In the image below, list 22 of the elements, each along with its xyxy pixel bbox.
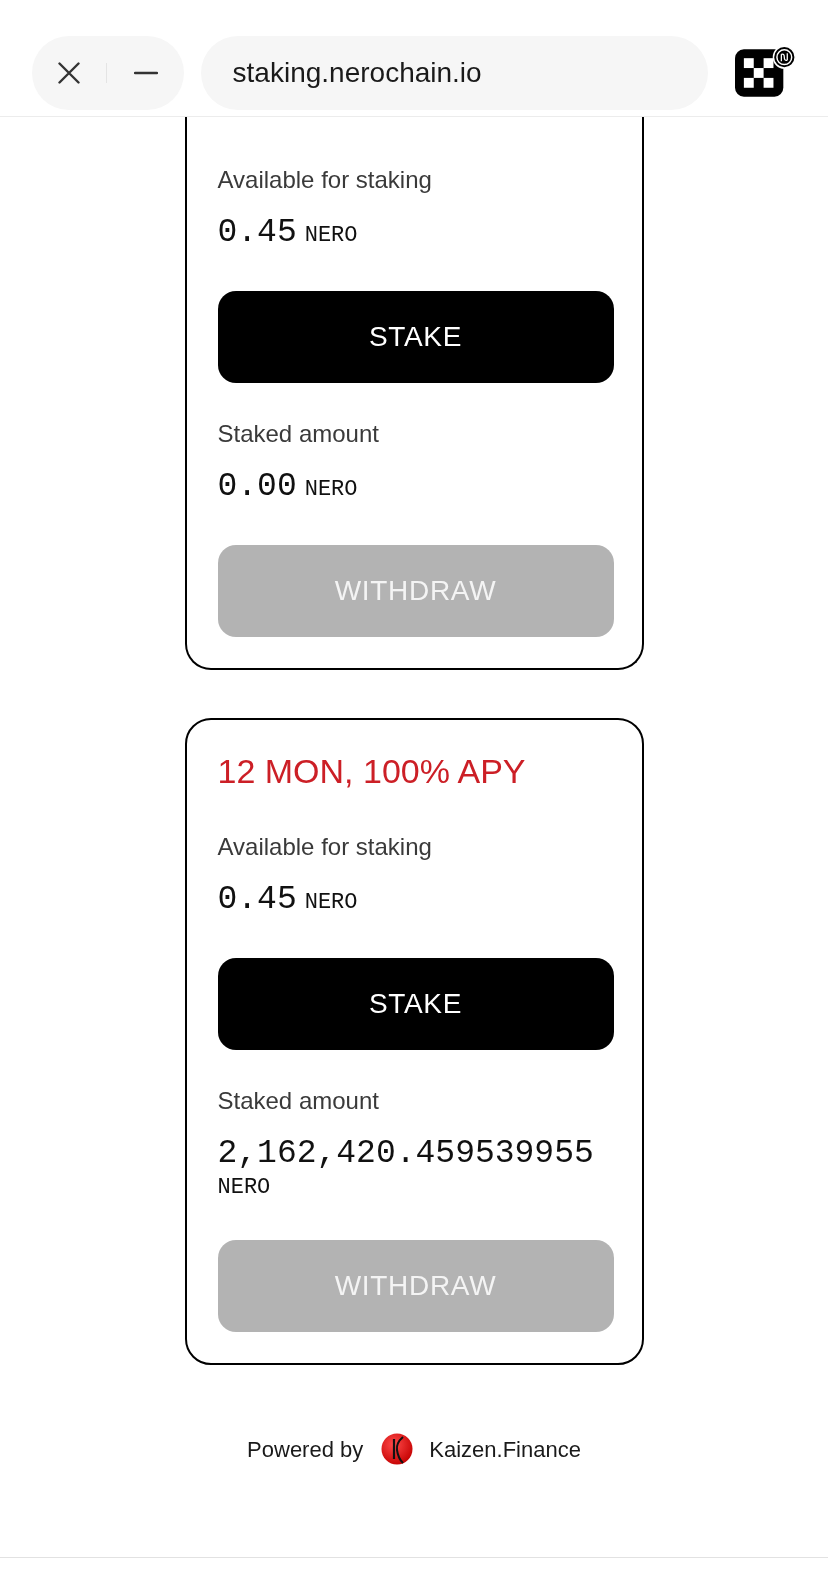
checker-logo-icon[interactable] [734,45,796,97]
stake-button[interactable]: STAKE [217,958,614,1050]
minimize-icon[interactable] [133,71,158,75]
plan-title: 12 MON, 100% APY [217,751,527,791]
currency-unit: NERO [217,1174,271,1202]
currency-unit: NERO [304,476,358,504]
stake-button[interactable]: STAKE [217,291,614,383]
available-label: Available for staking [217,166,433,194]
amount-value: 0.45 [217,213,297,253]
currency-unit: NERO [304,222,358,250]
available-label: Available for staking [217,833,433,861]
amount-value: 2,162,420.459539955 [217,1134,594,1174]
currency-unit: NERO [304,889,358,917]
circle-logo-icon [381,1433,414,1465]
staked-amount-label: Staked amount [217,1087,380,1115]
powered-by-label: Powered by [247,1435,364,1464]
staked-amount-label: Staked amount [217,420,380,448]
close-icon[interactable] [58,62,80,84]
address-bar[interactable]: staking.nerochain.io [200,36,708,110]
kaizen-finance-label[interactable]: Kaizen.Finance [429,1432,581,1466]
amount-value: 0.45 [217,880,297,920]
amount-value: 0.00 [217,467,297,507]
